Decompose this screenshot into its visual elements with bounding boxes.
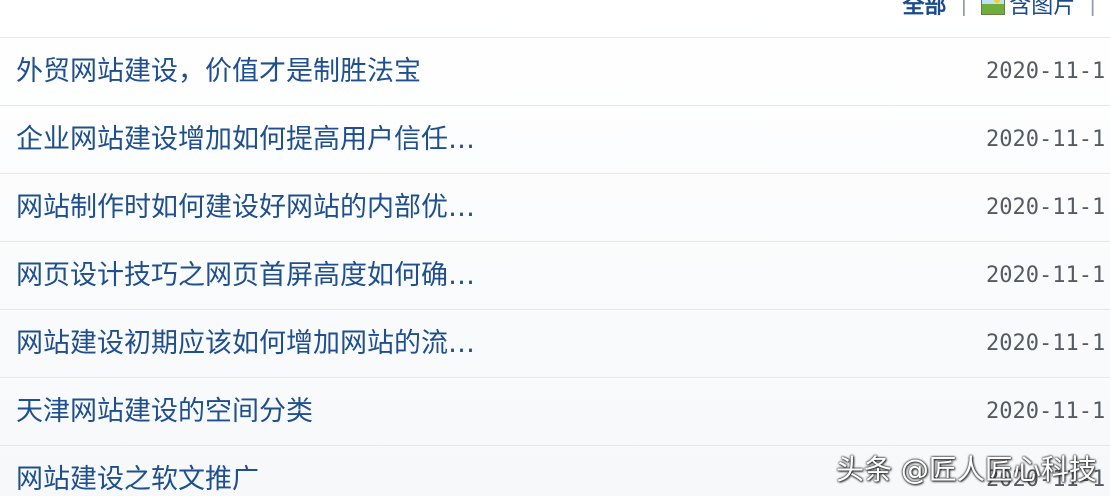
news-item[interactable]: 网站制作时如何建设好网站的内部优… 2020-11-1 xyxy=(0,174,1110,242)
filter-separator-2: | xyxy=(1089,0,1096,16)
image-icon xyxy=(981,0,1006,15)
news-item[interactable]: 外贸网站建设，价值才是制胜法宝 2020-11-1 xyxy=(0,38,1110,106)
news-date: 2020-11-1 xyxy=(986,331,1106,356)
news-date: 2020-11-1 xyxy=(986,195,1106,220)
filter-all-link[interactable]: 全部 xyxy=(902,0,946,20)
watermark: 头条 @匠人匠心科技 xyxy=(836,453,1097,486)
news-list-page: 全部 | 含图片 | 外贸网站建设，价值才是制胜法宝 2020-11-1 企业网… xyxy=(0,0,1110,496)
news-item[interactable]: 网站建设初期应该如何增加网站的流… 2020-11-1 xyxy=(0,310,1110,378)
filter-separator: | xyxy=(960,0,968,16)
news-title[interactable]: 网站制作时如何建设好网站的内部优… xyxy=(16,190,475,226)
news-title[interactable]: 企业网站建设增加如何提高用户信任… xyxy=(16,122,475,158)
news-date: 2020-11-1 xyxy=(986,127,1106,152)
news-item[interactable]: 企业网站建设增加如何提高用户信任… 2020-11-1 xyxy=(0,106,1110,174)
news-title[interactable]: 网页设计技巧之网页首屏高度如何确… xyxy=(16,258,475,294)
news-item[interactable]: 天津网站建设的空间分类 2020-11-1 xyxy=(0,378,1110,446)
news-title[interactable]: 网站建设之软文推广 xyxy=(16,462,259,496)
filter-images-label: 含图片 xyxy=(1009,0,1076,19)
news-date: 2020-11-1 xyxy=(986,59,1106,84)
news-item[interactable]: 网页设计技巧之网页首屏高度如何确… 2020-11-1 xyxy=(0,242,1110,310)
news-title[interactable]: 网站建设初期应该如何增加网站的流… xyxy=(16,326,475,362)
news-title[interactable]: 天津网站建设的空间分类 xyxy=(16,394,313,430)
news-date: 2020-11-1 xyxy=(986,399,1106,424)
filter-bar: 全部 | 含图片 | xyxy=(902,0,1110,22)
news-date: 2020-11-1 xyxy=(986,263,1106,288)
news-title[interactable]: 外贸网站建设，价值才是制胜法宝 xyxy=(16,54,421,90)
filter-images-link[interactable]: 含图片 xyxy=(981,0,1075,20)
news-list: 外贸网站建设，价值才是制胜法宝 2020-11-1 企业网站建设增加如何提高用户… xyxy=(0,38,1110,496)
